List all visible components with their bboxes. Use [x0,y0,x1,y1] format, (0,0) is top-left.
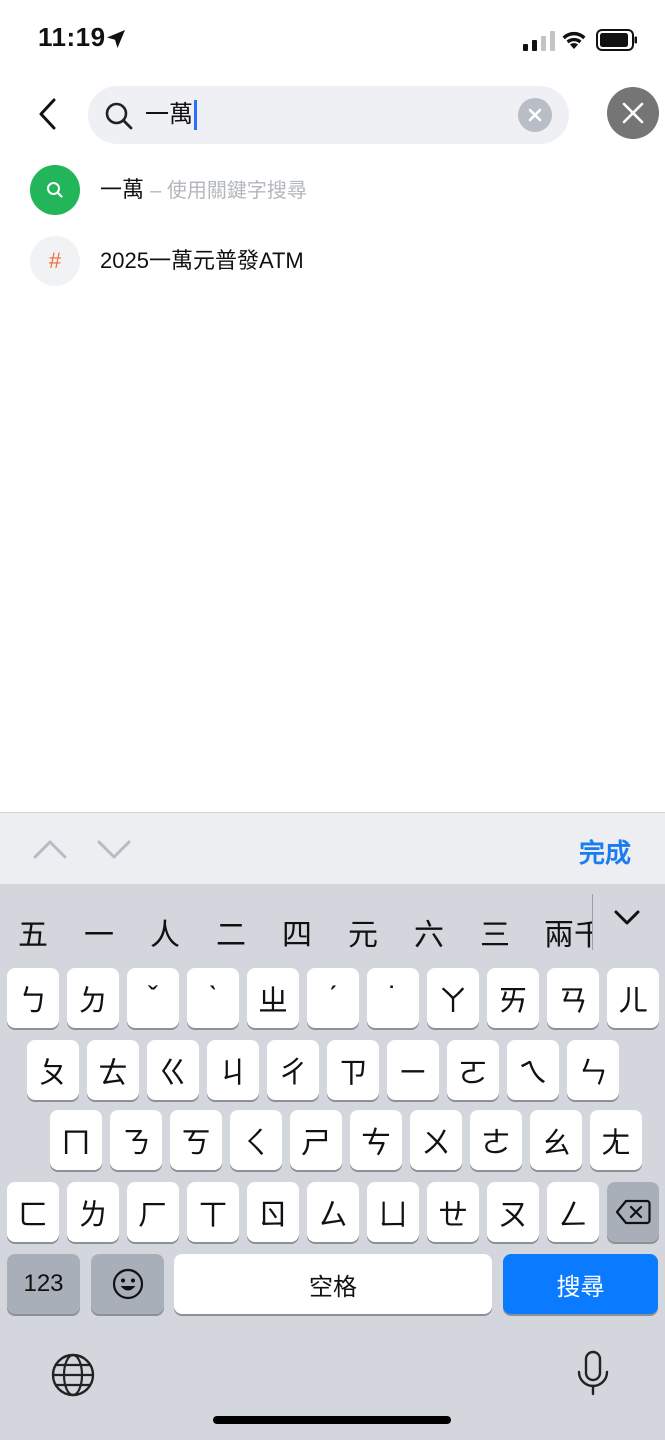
battery-icon [596,29,637,51]
key[interactable]: ˇ [127,968,179,1028]
search-key[interactable]: 搜尋 [503,1254,658,1314]
cellular-signal-icon [523,31,555,51]
clear-search-button[interactable] [518,98,552,132]
previous-field-chevron-up-icon[interactable] [32,835,68,863]
status-time: 11:19 [38,22,106,52]
back-chevron-icon [39,98,56,130]
key[interactable]: ㄙ [307,1182,359,1242]
key[interactable]: ㄞ [487,968,539,1028]
key[interactable]: ㄔ [267,1040,319,1100]
zhuyin-keyboard: 五 一 人 二 四 元 六 三 兩千 ㄅ ㄉ ˇ ˋ ㄓ ˊ ˙ ㄚ ㄞ ㄢ ㄦ… [0,884,665,1440]
key[interactable]: ㄎ [170,1110,222,1170]
key[interactable]: ㄟ [507,1040,559,1100]
next-field-chevron-down-icon[interactable] [96,835,132,863]
key[interactable]: ㄒ [187,1182,239,1242]
emoji-icon [112,1268,143,1300]
expand-candidates-chevron-down-icon[interactable] [612,906,642,930]
key[interactable]: ㄐ [207,1040,259,1100]
text-caret [194,100,197,130]
key[interactable]: ㄛ [447,1040,499,1100]
search-query-text: 一萬 [145,100,197,130]
key[interactable]: ㄥ [547,1182,599,1242]
candidate-word[interactable]: 一 [74,910,124,954]
microphone-icon[interactable] [576,1350,610,1398]
hashtag-icon: # [30,236,80,286]
key[interactable]: ㄊ [87,1040,139,1100]
clear-icon [528,108,542,122]
candidate-word[interactable]: 兩千 [544,910,592,954]
wifi-icon [562,31,586,49]
emoji-key[interactable] [91,1254,164,1314]
key[interactable]: ㄜ [470,1110,522,1170]
key[interactable]: ㄋ [110,1110,162,1170]
back-button[interactable] [30,94,66,134]
key[interactable]: ㄢ [547,968,599,1028]
key[interactable]: ㄠ [530,1110,582,1170]
key[interactable]: ㄇ [50,1110,102,1170]
suggestion-hint: – 使用關鍵字搜尋 [150,180,307,202]
backspace-icon [615,1199,651,1225]
key[interactable]: ㄉ [67,968,119,1028]
search-icon [30,165,80,215]
key[interactable]: ㄏ [127,1182,179,1242]
candidate-word[interactable]: 六 [404,910,454,954]
done-button[interactable]: 完成 [579,833,631,870]
key[interactable]: ㄦ [607,968,659,1028]
key[interactable]: ㄡ [487,1182,539,1242]
candidate-word[interactable]: 五 [8,910,58,954]
numbers-key[interactable]: 123 [7,1254,80,1314]
key[interactable]: ˙ [367,968,419,1028]
candidate-word[interactable]: 四 [272,910,322,954]
key[interactable]: ㄨ [410,1110,462,1170]
candidate-word[interactable]: 元 [338,910,388,954]
keyboard-accessory-bar: 完成 [0,812,665,884]
key[interactable]: ㄧ [387,1040,439,1100]
candidate-divider [592,894,593,950]
key[interactable]: ㄌ [67,1182,119,1242]
search-icon [105,102,133,130]
key[interactable]: ㄕ [290,1110,342,1170]
candidate-word[interactable]: 三 [470,910,520,954]
key[interactable]: ㄤ [590,1110,642,1170]
candidate-bar: 五 一 人 二 四 元 六 三 兩千 [0,884,665,968]
key[interactable]: ㄘ [350,1110,402,1170]
key[interactable]: ㄓ [247,968,299,1028]
suggestion-keyword-search[interactable]: 一萬 – 使用關鍵字搜尋 [0,157,665,223]
key[interactable]: ㄑ [230,1110,282,1170]
globe-icon[interactable] [50,1352,96,1398]
key[interactable]: ㄖ [247,1182,299,1242]
suggestion-label: 一萬 – 使用關鍵字搜尋 [100,177,307,202]
location-arrow-icon [107,30,125,48]
key[interactable]: ㄆ [27,1040,79,1100]
suggestion-label: 2025一萬元普發ATM [100,248,304,273]
candidate-word[interactable]: 二 [206,910,256,954]
key[interactable]: ˊ [307,968,359,1028]
close-search-button[interactable] [607,87,659,139]
key[interactable]: ㄍ [147,1040,199,1100]
backspace-key[interactable] [607,1182,659,1242]
key[interactable]: ㄚ [427,968,479,1028]
key[interactable]: ㄅ [7,968,59,1028]
key[interactable]: ㄣ [567,1040,619,1100]
space-key[interactable]: 空格 [174,1254,492,1314]
key[interactable]: ㄗ [327,1040,379,1100]
candidate-word[interactable]: 人 [140,910,190,954]
search-input[interactable]: 一萬 [88,86,569,144]
key[interactable]: ㄩ [367,1182,419,1242]
suggestion-hashtag[interactable]: # 2025一萬元普發ATM [0,228,665,294]
key[interactable]: ㄝ [427,1182,479,1242]
key[interactable]: ㄈ [7,1182,59,1242]
key[interactable]: ˋ [187,968,239,1028]
home-indicator[interactable] [213,1416,451,1424]
close-icon [622,102,644,124]
status-bar: 11:19 [0,0,665,80]
